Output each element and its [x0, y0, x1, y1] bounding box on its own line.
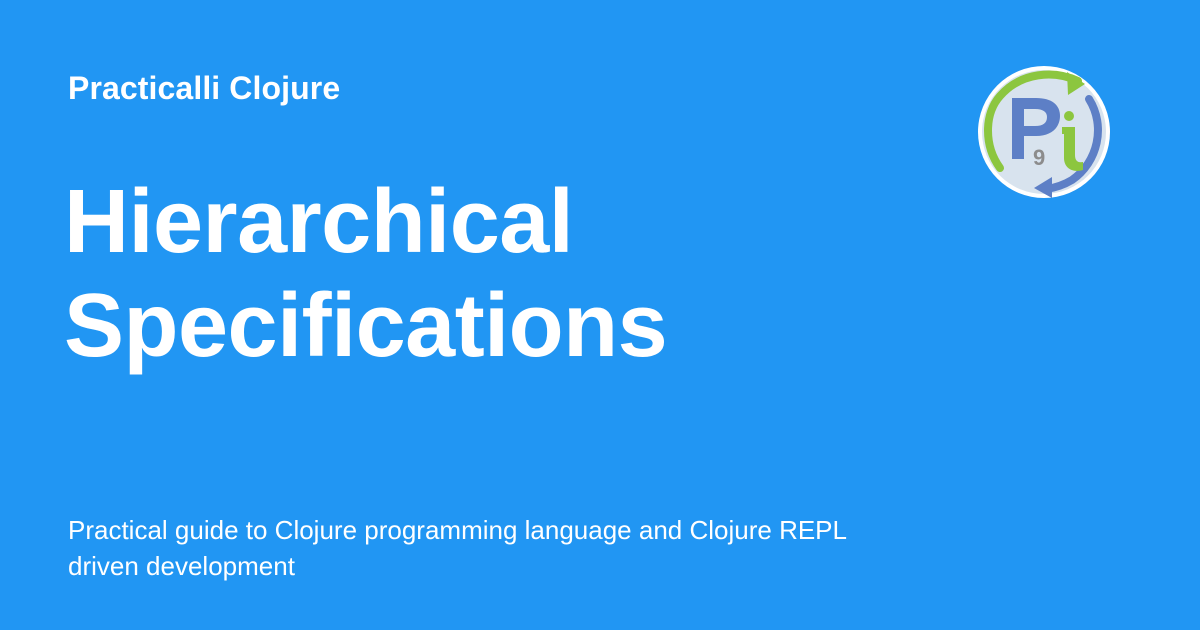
page-title-line-1: Hierarchical [64, 172, 574, 272]
practicalli-logo-icon: 9 [976, 64, 1112, 200]
svg-text:9: 9 [1033, 145, 1045, 170]
page-title: Hierarchical Specifications [64, 170, 964, 378]
social-card: Practicalli Clojure Hierarchical Specifi… [0, 0, 1200, 630]
page-description: Practical guide to Clojure programming l… [68, 515, 847, 581]
page-title-line-2: Specifications [64, 276, 668, 376]
site-name: Practicalli Clojure [68, 70, 341, 106]
